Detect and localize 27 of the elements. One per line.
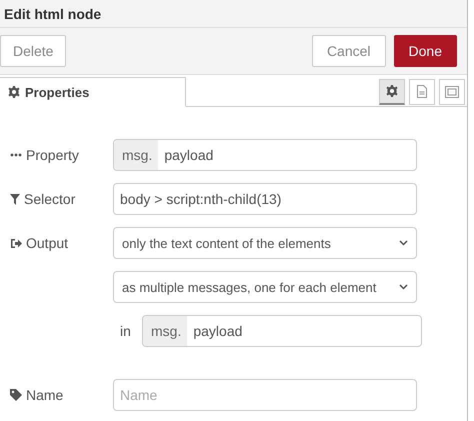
typed-input-field[interactable]: msg. payload bbox=[113, 139, 417, 171]
dropdown-select[interactable]: as multiple messages, one for each element bbox=[113, 271, 417, 303]
dialog-button[interactable]: Delete bbox=[0, 35, 66, 67]
dots-icon bbox=[10, 153, 22, 157]
gear-icon bbox=[8, 86, 20, 98]
dialog-button[interactable]: Cancel bbox=[312, 35, 386, 67]
window-title: Edit html node bbox=[0, 0, 467, 28]
gear-icon bbox=[386, 85, 398, 97]
tab-icon-button[interactable] bbox=[379, 78, 405, 104]
layout-icon bbox=[445, 86, 459, 98]
filter-icon bbox=[10, 194, 20, 204]
chevron-down-icon bbox=[399, 240, 408, 246]
text-input-field[interactable]: body > script:nth-child(13) bbox=[113, 183, 417, 215]
tag-icon bbox=[10, 389, 22, 401]
field-label: in bbox=[120, 323, 132, 339]
text-input-field[interactable]: Name bbox=[113, 379, 417, 411]
properties-tab[interactable]: Properties bbox=[0, 77, 186, 107]
chevron-down-icon bbox=[399, 284, 408, 290]
done-button[interactable]: Done bbox=[394, 35, 457, 67]
field-label: Property bbox=[26, 147, 79, 163]
sign-out-icon bbox=[10, 238, 22, 248]
field-label: Output bbox=[26, 235, 68, 251]
field-label: Selector bbox=[24, 191, 76, 207]
document-icon bbox=[417, 85, 427, 98]
field-label: Name bbox=[26, 387, 64, 403]
dropdown-select[interactable]: only the text content of the elements bbox=[113, 227, 417, 259]
typed-input-field[interactable]: msg. payload bbox=[142, 315, 422, 347]
